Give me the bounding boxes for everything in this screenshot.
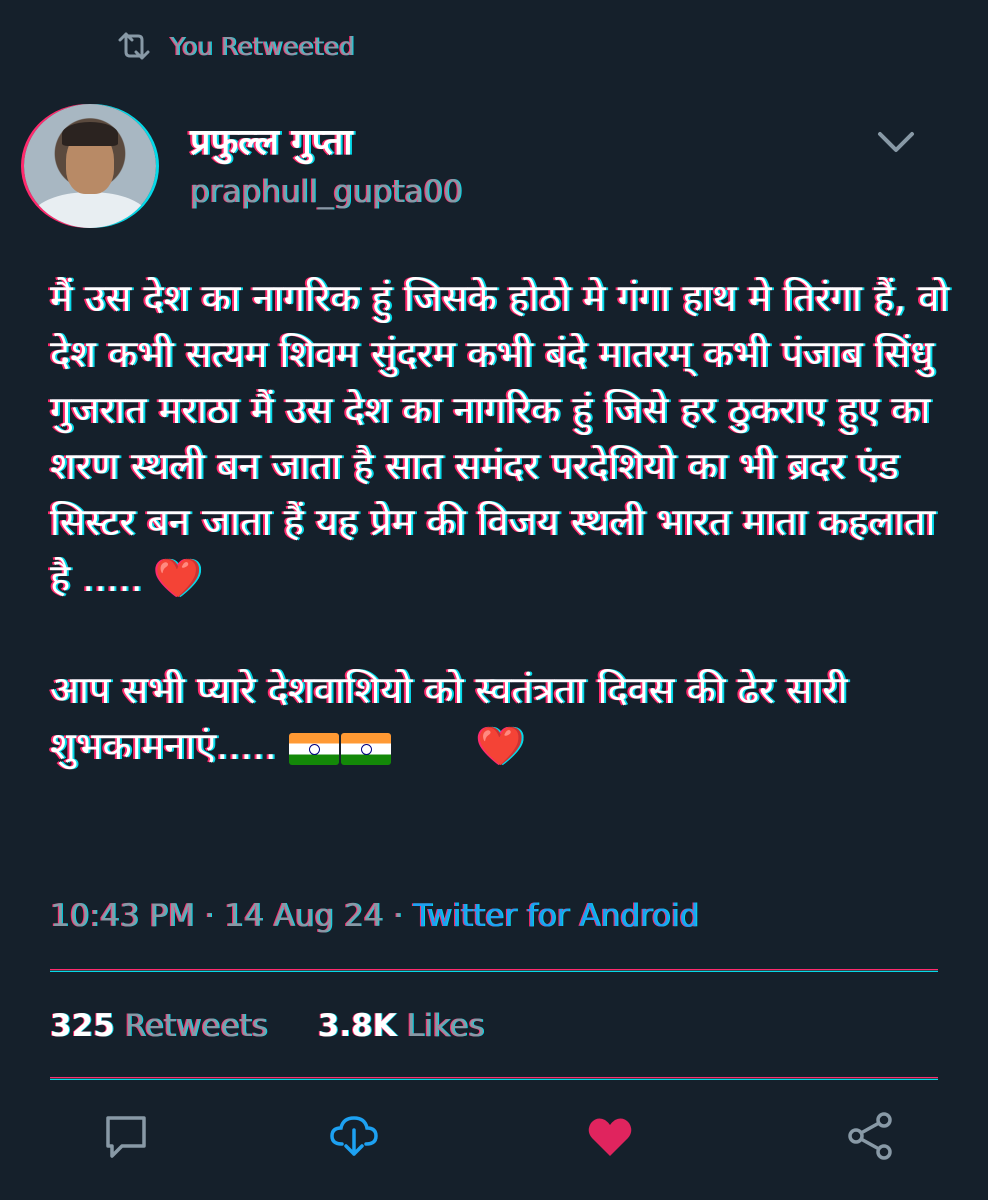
reply-icon bbox=[106, 1116, 146, 1158]
tweet-paragraph-2-text: आप सभी प्यारे देशवाशियो को स्वतंत्रता दि… bbox=[50, 668, 848, 768]
tweet-meta: 10:43 PM · 14 Aug 24 · Twitter for Andro… bbox=[50, 898, 699, 934]
likes-stat[interactable]: 3.8K Likes bbox=[318, 1008, 485, 1044]
tweet-paragraph-1: मैं उस देश का नागरिक हुं जिसके होठो मे ग… bbox=[50, 270, 950, 606]
retweet-icon bbox=[330, 1116, 378, 1156]
like-button[interactable] bbox=[582, 1108, 638, 1164]
likes-count: 3.8K bbox=[317, 1008, 397, 1044]
reply-button[interactable] bbox=[98, 1108, 154, 1164]
retweets-stat[interactable]: 325 Retweets bbox=[50, 1008, 268, 1044]
india-flag-emoji bbox=[340, 732, 391, 765]
tweet-stats: 325 Retweets 3.8K Likes bbox=[50, 1008, 485, 1044]
avatar[interactable] bbox=[24, 104, 156, 228]
meta-separator: · bbox=[204, 898, 215, 934]
avatar-shirt bbox=[32, 192, 148, 228]
india-flag-emoji bbox=[288, 732, 339, 765]
author-handle[interactable]: praphull_gupta00 bbox=[190, 174, 463, 210]
heart-emoji: ❤️ bbox=[154, 556, 203, 600]
chevron-down-icon[interactable] bbox=[872, 122, 920, 162]
retweets-label: Retweets bbox=[124, 1008, 268, 1044]
tweet-source-link[interactable]: Twitter for Android bbox=[413, 898, 699, 934]
share-button[interactable] bbox=[842, 1108, 898, 1164]
tweet-paragraph-1-text: मैं उस देश का नागरिक हुं जिसके होठो मे ग… bbox=[50, 276, 950, 600]
likes-label: Likes bbox=[406, 1008, 485, 1044]
tweet-paragraph-2: आप सभी प्यारे देशवाशियो को स्वतंत्रता दि… bbox=[50, 662, 950, 774]
heart-emoji: ❤️ bbox=[476, 724, 525, 768]
avatar-hair bbox=[62, 122, 118, 146]
divider bbox=[50, 1078, 938, 1079]
retweet-button[interactable] bbox=[326, 1108, 382, 1164]
meta-separator: · bbox=[393, 898, 404, 934]
retweet-header: You Retweeted bbox=[112, 28, 355, 64]
tweet-date: 14 Aug 24 bbox=[224, 898, 384, 934]
tweet-time: 10:43 PM bbox=[50, 898, 195, 934]
divider bbox=[50, 970, 938, 971]
author-display-name[interactable]: प्रफुल्ल गुप्ता bbox=[190, 116, 353, 165]
retweet-header-label: You Retweeted bbox=[170, 31, 355, 61]
retweet-icon bbox=[118, 32, 150, 60]
retweets-count: 325 bbox=[50, 1008, 115, 1044]
like-icon bbox=[588, 1118, 632, 1156]
share-icon bbox=[848, 1112, 892, 1160]
tweet-text: मैं उस देश का नागरिक हुं जिसके होठो मे ग… bbox=[50, 270, 950, 774]
